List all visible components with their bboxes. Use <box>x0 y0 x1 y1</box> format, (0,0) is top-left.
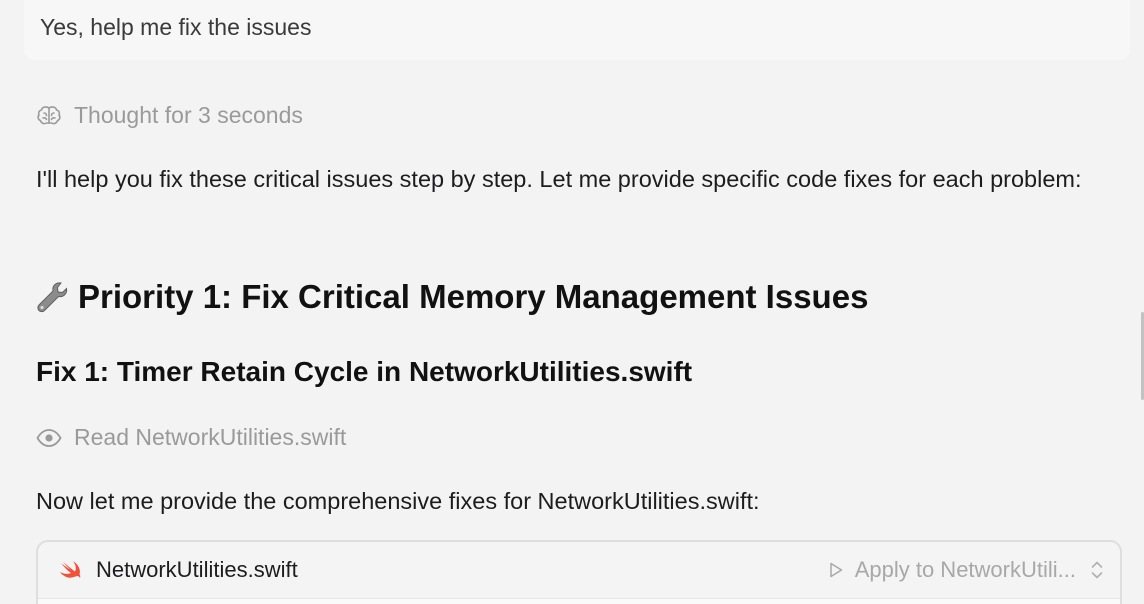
swift-icon <box>60 561 81 578</box>
apply-label: Apply to NetworkUtili... <box>854 557 1076 582</box>
code-block-body <box>38 598 1120 604</box>
code-block: NetworkUtilities.swift Apply to NetworkU… <box>36 540 1122 604</box>
thought-indicator[interactable]: Thought for 3 seconds <box>36 102 303 129</box>
read-file-action[interactable]: Read NetworkUtilities.swift <box>36 424 346 451</box>
thought-label: Thought for 3 seconds <box>74 102 303 128</box>
chevron-up-down-icon[interactable] <box>1090 559 1104 581</box>
apply-to-file-button[interactable]: Apply to NetworkUtili... <box>829 542 1104 598</box>
priority-heading: Priority 1: Fix Critical Memory Manageme… <box>34 278 868 316</box>
user-message-bubble: Yes, help me fix the issues <box>24 0 1130 60</box>
followup-paragraph: Now let me provide the comprehensive fix… <box>36 488 760 514</box>
wrench-icon <box>37 282 68 313</box>
code-block-filename: NetworkUtilities.swift <box>96 557 298 582</box>
brain-icon <box>36 103 62 129</box>
intro-paragraph: I'll help you fix these critical issues … <box>36 166 1082 192</box>
code-block-header: NetworkUtilities.swift Apply to NetworkU… <box>38 542 1120 598</box>
read-file-label: Read NetworkUtilities.swift <box>74 424 347 450</box>
eye-icon <box>36 425 62 451</box>
fix-heading: Fix 1: Timer Retain Cycle in NetworkUtil… <box>36 356 693 387</box>
chat-panel: Yes, help me fix the issues Thought for … <box>0 0 1144 604</box>
user-message-text: Yes, help me fix the issues <box>40 14 312 40</box>
play-icon <box>829 562 842 578</box>
priority-heading-text: Priority 1: Fix Critical Memory Manageme… <box>78 278 869 315</box>
